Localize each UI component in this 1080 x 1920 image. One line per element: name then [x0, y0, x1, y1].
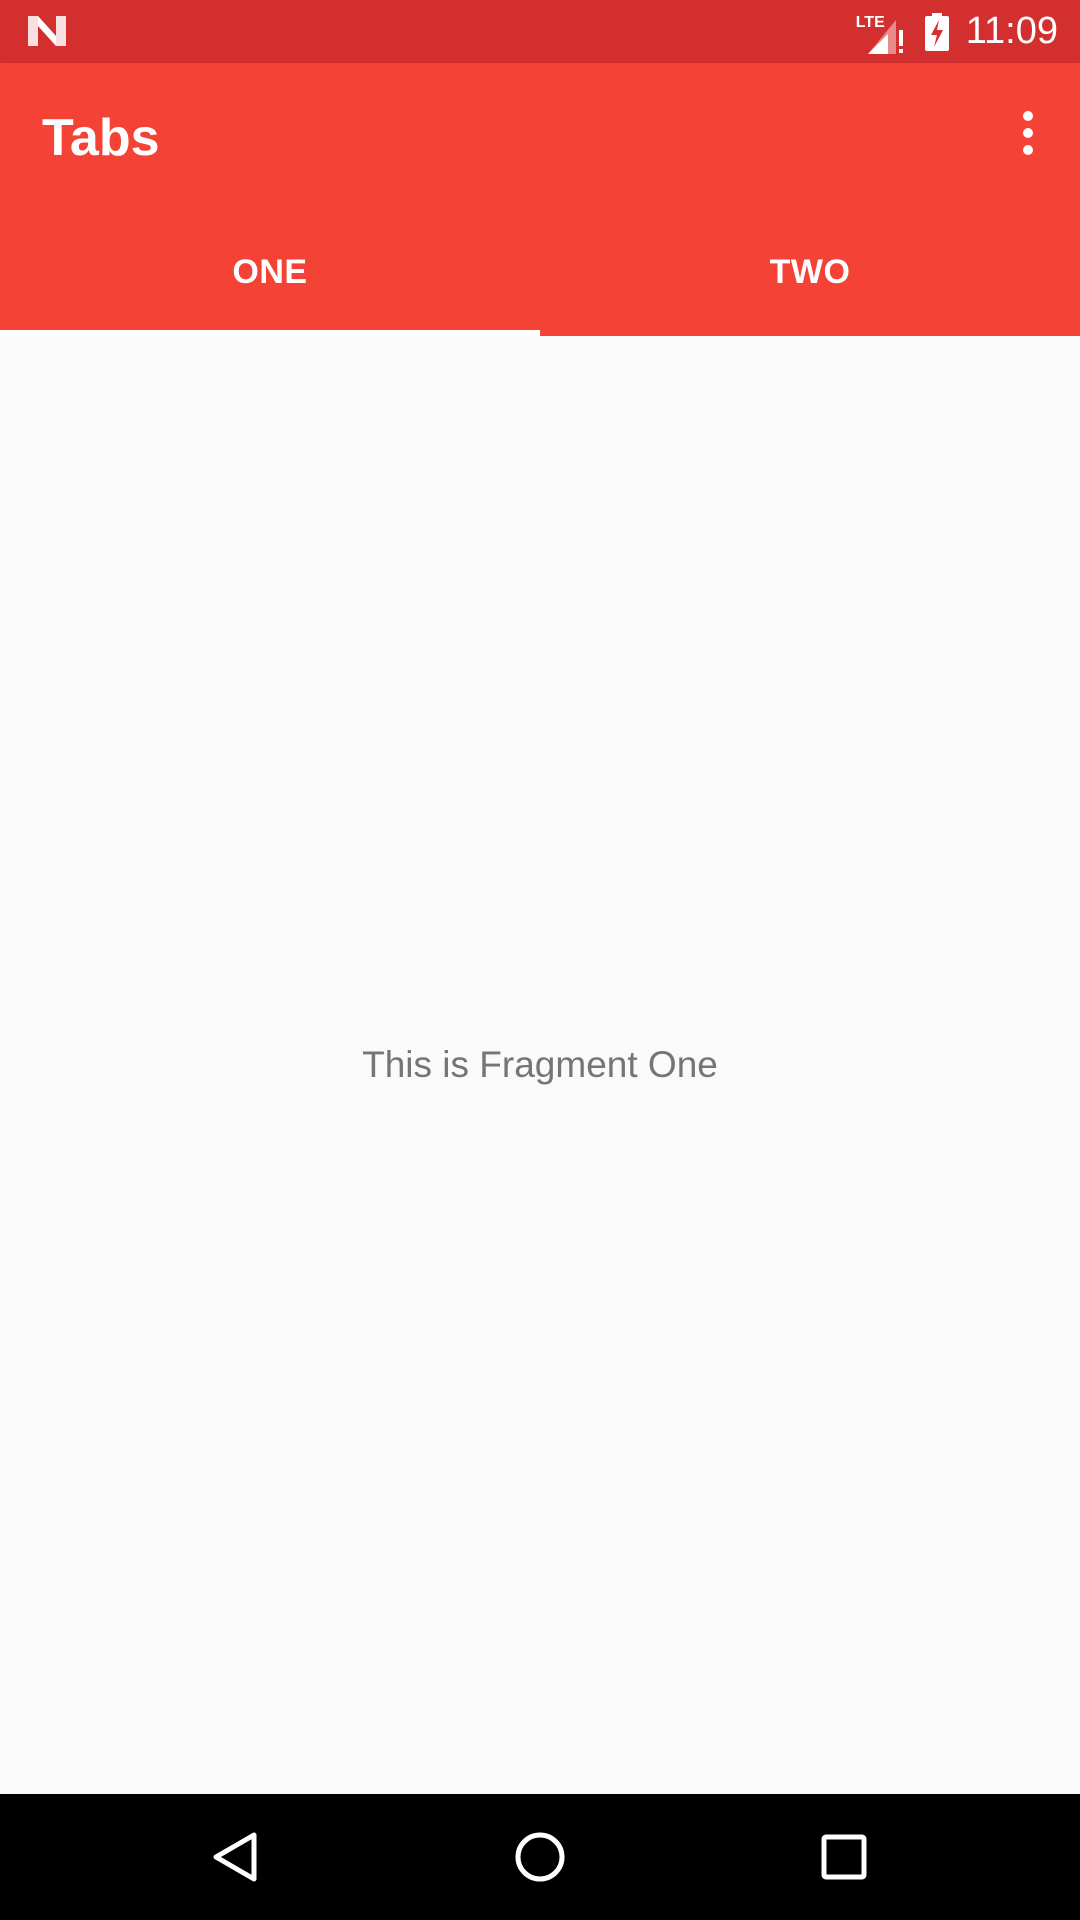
- clock: 11:09: [965, 10, 1058, 52]
- signal-icon: [867, 19, 903, 54]
- fragment-text: This is Fragment One: [362, 1044, 718, 1085]
- home-icon[interactable]: [508, 1825, 572, 1889]
- navigation-bar: [0, 1794, 1080, 1920]
- n-logo-icon: [28, 16, 66, 46]
- more-vert-icon-dot: [1023, 145, 1033, 155]
- status-bar: LTE 11:09: [0, 0, 1080, 63]
- tab-two-label: TWO: [769, 253, 851, 291]
- more-vert-icon-dot: [1023, 128, 1033, 138]
- app-bar: Tabs ONE TWO: [0, 63, 1080, 336]
- tab-layout: ONE TWO: [0, 209, 1080, 336]
- tab-one-label: ONE: [232, 253, 308, 291]
- screen: LTE 11:09 Tabs ONE TWO This is Fragment …: [0, 0, 1080, 1920]
- fragment-container: This is Fragment One: [0, 336, 1080, 1794]
- app-title: Tabs: [42, 109, 160, 167]
- battery-charging-icon: [924, 12, 949, 51]
- tab-one[interactable]: ONE: [0, 209, 540, 336]
- status-icons: LTE 11:09: [856, 0, 1058, 63]
- more-options-button[interactable]: [998, 103, 1058, 163]
- more-vert-icon: [1023, 111, 1033, 121]
- tab-two[interactable]: TWO: [540, 209, 1080, 336]
- network-indicator: LTE: [856, 10, 906, 54]
- recents-icon[interactable]: [812, 1825, 876, 1889]
- back-icon[interactable]: [204, 1825, 268, 1889]
